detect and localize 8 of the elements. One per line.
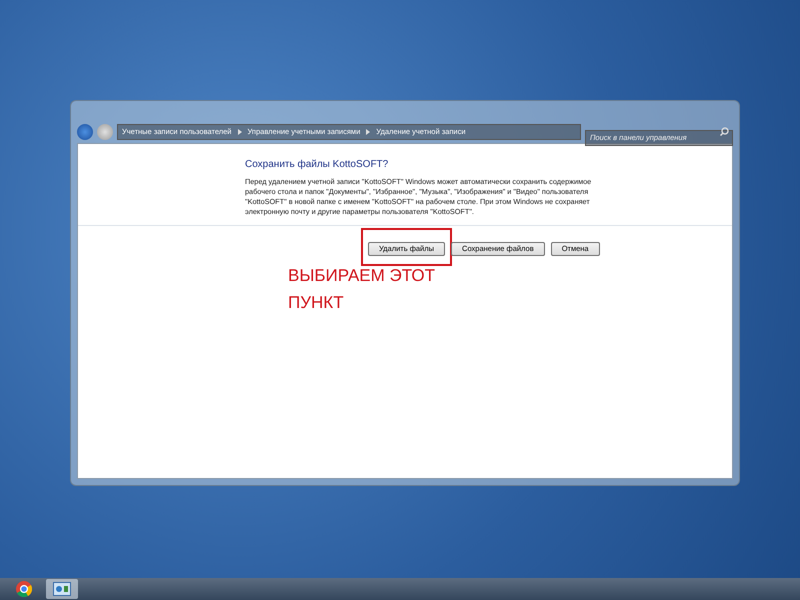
taskbar-button[interactable]	[46, 579, 78, 599]
search-icon	[720, 127, 729, 136]
dialog-heading: Сохранить файлы KottoSOFT?	[245, 158, 390, 172]
annotation-text: ВЫБИРАЕМ ЭТОТ ПУНКТ	[288, 265, 436, 314]
browser-icon	[16, 581, 32, 597]
chevron-icon	[238, 126, 242, 138]
control-panel-icon	[53, 582, 71, 596]
chevron-icon	[366, 126, 370, 138]
